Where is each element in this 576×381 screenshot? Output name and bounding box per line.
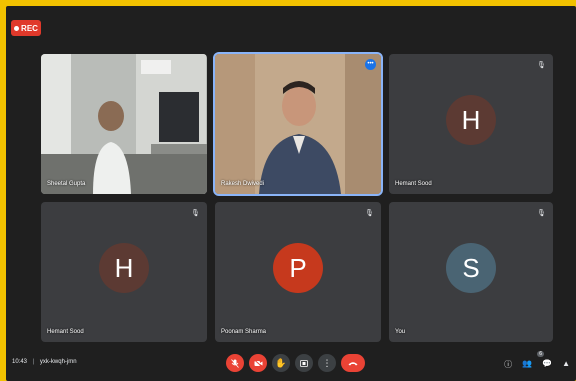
participant-tile[interactable]: 🎙 H Hemant Sood (389, 54, 553, 194)
avatar: P (273, 243, 323, 293)
call-controls: ✋ ⋮ (226, 354, 365, 372)
raise-hand-button[interactable]: ✋ (272, 354, 290, 372)
meeting-info: 10:43 | yxk-kwqh-jmn (12, 359, 77, 365)
present-screen-button[interactable] (295, 354, 313, 372)
mic-toggle-button[interactable] (226, 354, 244, 372)
avatar: S (446, 243, 496, 293)
record-dot-icon (14, 25, 20, 31)
participant-tile-active[interactable]: ••• Rakesh Dwivedi (213, 52, 383, 196)
camera-off-icon (253, 359, 263, 367)
chat-icon[interactable]: 💬 (542, 359, 552, 370)
participant-name: Poonam Sharma (221, 329, 267, 335)
participant-video (41, 54, 207, 194)
participant-name: Hemant Sood (47, 329, 84, 335)
avatar: H (99, 243, 149, 293)
participant-name: Rakesh Dwivedi (221, 181, 265, 187)
recording-label: REC (21, 23, 38, 33)
present-icon (300, 359, 308, 367)
participant-tile[interactable]: 🎙 P Poonam Sharma (215, 202, 381, 342)
more-vert-icon: ⋮ (322, 357, 332, 368)
mic-off-icon (231, 358, 239, 368)
end-call-icon (348, 361, 358, 365)
recording-badge: REC (11, 20, 41, 36)
speaking-indicator-icon: ••• (365, 59, 376, 70)
participant-name: Sheetal Gupta (47, 181, 86, 187)
participant-tile[interactable]: Sheetal Gupta (41, 54, 207, 194)
mic-off-icon: 🎙 (537, 62, 546, 69)
camera-toggle-button[interactable] (249, 354, 267, 372)
side-panel-controls: ⓘ 👥 💬 ▲ (504, 359, 570, 370)
info-icon[interactable]: ⓘ (504, 359, 512, 370)
activities-icon[interactable]: ▲ (562, 359, 570, 370)
bottom-bar: 10:43 | yxk-kwqh-jmn ✋ ⋮ 6 ⓘ 👥 💬 ▲ (6, 347, 576, 381)
people-icon[interactable]: 👥 (522, 359, 532, 370)
separator: | (32, 359, 35, 365)
avatar: H (446, 95, 496, 145)
hand-icon: ✋ (275, 357, 287, 368)
participants-count: 6 (537, 351, 544, 357)
meeting-window: REC Sheetal Gupta ••• Rakesh Dwivedi 🎙 H… (6, 6, 576, 381)
leave-call-button[interactable] (341, 354, 365, 372)
mic-off-icon: 🎙 (191, 210, 200, 217)
participant-video (215, 54, 381, 194)
participant-name: You (395, 329, 406, 335)
participant-name: Hemant Sood (395, 181, 432, 187)
meeting-time: 10:43 (12, 359, 28, 365)
participant-tile-self[interactable]: 🎙 S You (389, 202, 553, 342)
participant-tile[interactable]: 🎙 H Hemant Sood (41, 202, 207, 342)
more-options-button[interactable]: ⋮ (318, 354, 336, 372)
meeting-code: yxk-kwqh-jmn (39, 359, 77, 365)
mic-off-icon: 🎙 (537, 210, 546, 217)
mic-off-icon: 🎙 (365, 210, 374, 217)
